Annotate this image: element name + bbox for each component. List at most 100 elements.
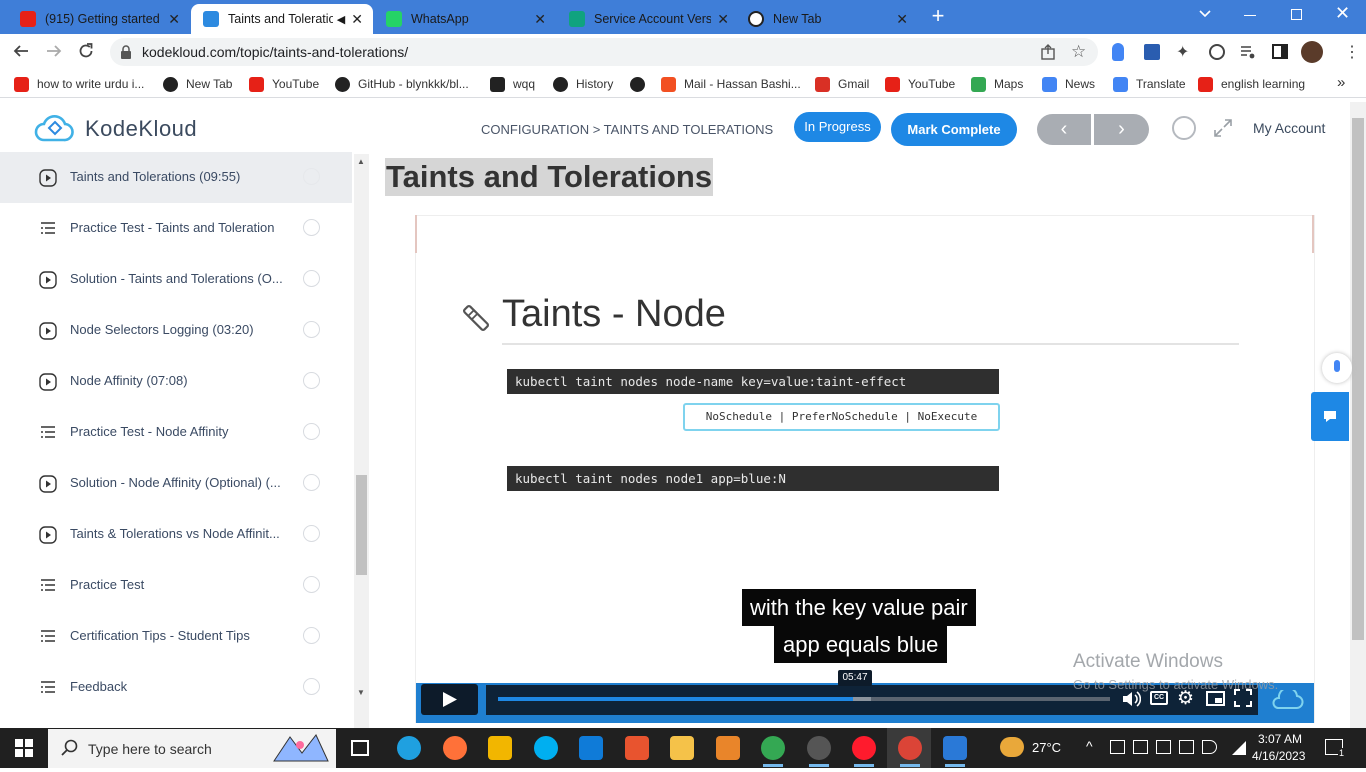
bookmark-item[interactable]: wqq <box>490 75 535 93</box>
completion-radio[interactable] <box>303 321 320 338</box>
bookmark-item[interactable]: New Tab <box>163 75 232 93</box>
settings-app-icon[interactable] <box>715 736 740 760</box>
lesson-item[interactable]: Taints & Tolerations vs Node Affinit... <box>0 509 352 560</box>
lesson-item[interactable]: Taints and Tolerations (09:55) <box>0 152 352 203</box>
bookmark-item[interactable]: GitHub - blynkkk/bl... <box>335 75 469 93</box>
completion-radio[interactable] <box>303 576 320 593</box>
voice-assistant-icon[interactable] <box>1322 353 1352 383</box>
prev-lesson-button[interactable]: ‹ <box>1037 114 1091 145</box>
completion-radio[interactable] <box>303 219 320 236</box>
page-scrollbar-thumb[interactable] <box>1352 118 1364 640</box>
completion-radio[interactable] <box>303 423 320 440</box>
sidebar-scrollbar[interactable] <box>354 154 369 728</box>
kodekloud-logo-text[interactable]: KodeKloud <box>85 116 197 142</box>
bookmark-item[interactable]: YouTube <box>249 75 319 93</box>
app-icon[interactable] <box>624 736 649 760</box>
wifi-icon[interactable] <box>1230 740 1248 761</box>
bookmark-item[interactable] <box>630 75 653 93</box>
profile-avatar[interactable] <box>1301 41 1323 63</box>
close-tab-icon[interactable]: ✕ <box>717 11 729 28</box>
file-explorer-icon[interactable] <box>670 736 694 760</box>
firefox-icon[interactable] <box>442 736 467 760</box>
lock-icon[interactable] <box>120 45 132 64</box>
completion-radio[interactable] <box>303 372 320 389</box>
close-window-button[interactable]: ✕ <box>1335 3 1350 24</box>
weather-temp[interactable]: 27°C <box>1032 740 1061 755</box>
windows-start-icon[interactable] <box>15 739 33 762</box>
battery-icon[interactable] <box>1156 740 1171 754</box>
bookmark-item[interactable]: Mail - Hassan Bashi... <box>661 75 801 93</box>
bookmarks-overflow-icon[interactable]: » <box>1337 74 1345 91</box>
close-tab-icon[interactable]: ✕ <box>534 11 546 28</box>
completion-radio[interactable] <box>303 627 320 644</box>
voice-icon[interactable] <box>1112 43 1124 61</box>
tab[interactable]: Taints and Toleratio ◀ ✕ <box>191 4 373 34</box>
download-extension-icon[interactable] <box>1144 44 1160 60</box>
sidebar-scroll-thumb[interactable] <box>356 475 367 575</box>
lesson-item[interactable]: Practice Test - Node Affinity <box>0 407 352 458</box>
weather-icon[interactable] <box>1000 737 1024 757</box>
sync-icon[interactable] <box>1209 44 1225 60</box>
picture-in-picture-icon[interactable] <box>1206 691 1225 706</box>
bookmark-item[interactable]: YouTube <box>885 75 955 93</box>
tab[interactable]: (915) Getting started w ✕ <box>8 4 190 34</box>
volume-icon[interactable] <box>1121 690 1142 713</box>
bookmark-star-icon[interactable]: ☆ <box>1071 42 1086 62</box>
my-account-link[interactable]: My Account <box>1253 120 1325 136</box>
kodekloud-logo-icon[interactable] <box>34 112 76 149</box>
lesson-item[interactable]: Feedback <box>0 662 352 713</box>
extensions-icon[interactable]: ✦ <box>1176 42 1189 62</box>
video-fullscreen-icon[interactable] <box>1234 689 1252 712</box>
mail-icon[interactable] <box>579 736 603 760</box>
meet-now-icon[interactable] <box>1110 740 1125 754</box>
lesson-item[interactable]: Certification Tips - Student Tips <box>0 611 352 662</box>
tab[interactable]: WhatsApp ✕ <box>374 4 556 34</box>
mark-complete-button[interactable]: Mark Complete <box>891 113 1017 146</box>
task-view-icon[interactable] <box>351 740 369 756</box>
tab-audio-icon[interactable]: ◀ <box>337 13 345 26</box>
network-device-icon[interactable] <box>1133 740 1148 754</box>
store-icon[interactable] <box>488 736 512 760</box>
captions-icon[interactable]: CC <box>1150 691 1168 705</box>
side-panel-icon[interactable] <box>1272 44 1288 59</box>
close-tab-icon[interactable]: ✕ <box>896 11 908 28</box>
close-tab-icon[interactable]: ✕ <box>168 11 180 28</box>
tab[interactable]: New Tab ✕ <box>736 4 918 34</box>
play-button[interactable] <box>421 684 478 715</box>
sidebar-scroll-down[interactable]: ▼ <box>357 688 365 697</box>
share-icon[interactable] <box>1040 44 1056 65</box>
chrome-menu-icon[interactable]: ⋮ <box>1344 42 1360 62</box>
tab-search-icon[interactable] <box>1198 6 1212 24</box>
completion-radio[interactable] <box>303 525 320 542</box>
edge-icon[interactable] <box>397 736 421 760</box>
lesson-item[interactable]: Practice Test - Taints and Toleration <box>0 203 352 254</box>
lesson-item[interactable]: Solution - Node Affinity (Optional) (... <box>0 458 352 509</box>
restore-button[interactable] <box>1291 9 1302 20</box>
speaker-icon[interactable] <box>1202 740 1217 754</box>
display-icon[interactable] <box>1179 740 1194 754</box>
chat-widget-button[interactable] <box>1311 392 1349 441</box>
skype-icon[interactable] <box>533 736 558 760</box>
obs-icon[interactable] <box>806 736 831 760</box>
bookmark-item[interactable]: History <box>553 75 613 93</box>
new-tab-button[interactable]: + <box>928 4 948 28</box>
chrome-active-icon[interactable] <box>897 736 922 760</box>
dark-mode-icon[interactable] <box>1172 116 1196 140</box>
tab[interactable]: Service Account Versio ✕ <box>557 4 739 34</box>
completion-radio[interactable] <box>303 678 320 695</box>
clock-time[interactable]: 3:07 AM <box>1258 732 1302 746</box>
completion-radio[interactable] <box>303 168 320 185</box>
completion-radio[interactable] <box>303 270 320 287</box>
bookmark-item[interactable]: how to write urdu i... <box>14 75 144 93</box>
clock-date[interactable]: 4/16/2023 <box>1252 749 1305 763</box>
bookmark-item[interactable]: Maps <box>971 75 1023 93</box>
forward-icon[interactable] <box>45 42 63 65</box>
chrome-app-icon[interactable] <box>761 736 785 760</box>
opera-icon[interactable] <box>852 736 876 760</box>
close-tab-icon[interactable]: ✕ <box>351 11 363 28</box>
tray-icons[interactable] <box>1110 740 1222 756</box>
lesson-item[interactable]: Node Selectors Logging (03:20) <box>0 305 352 356</box>
url-text[interactable]: kodekloud.com/topic/taints-and-toleratio… <box>142 44 408 60</box>
tray-overflow-icon[interactable]: ^ <box>1086 738 1093 754</box>
fullscreen-icon[interactable] <box>1213 118 1233 143</box>
